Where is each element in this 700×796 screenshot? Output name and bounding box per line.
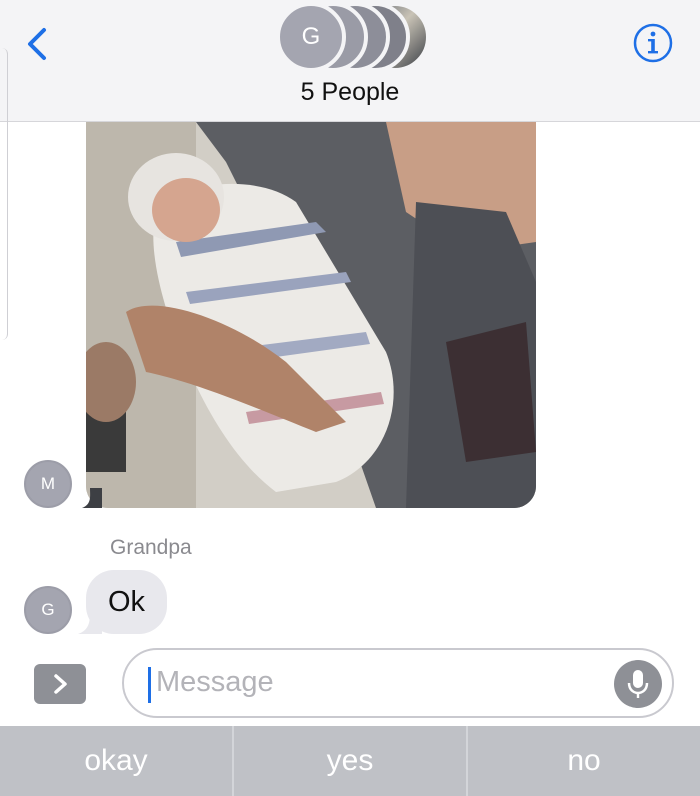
avatar[interactable]: M (24, 460, 72, 508)
chevron-left-icon (28, 28, 46, 60)
message-input[interactable]: Message (122, 648, 674, 718)
suggestion-yes[interactable]: yes (234, 726, 468, 796)
message-bubble[interactable]: Ok (86, 570, 168, 634)
back-button[interactable] (18, 20, 58, 68)
side-edge (0, 48, 8, 340)
message-text: Ok (108, 585, 146, 618)
dictation-button[interactable] (614, 660, 662, 708)
conversation-title[interactable]: 5 People (0, 78, 700, 107)
apps-button[interactable] (34, 664, 86, 704)
composer-bar: Message (0, 640, 700, 726)
avatar[interactable]: G (24, 586, 72, 634)
group-avatar-initial: G (276, 2, 346, 72)
microphone-icon (627, 670, 649, 698)
photo-attachment[interactable] (86, 122, 536, 508)
message-placeholder: Message (156, 666, 274, 698)
sender-name: Grandpa (110, 536, 192, 559)
suggestion-no[interactable]: no (468, 726, 700, 796)
info-icon (633, 23, 673, 63)
info-button[interactable] (632, 22, 674, 64)
photo-image (86, 122, 536, 508)
suggestion-okay[interactable]: okay (0, 726, 234, 796)
photo-bubble-tail (82, 488, 102, 508)
chevron-right-icon (54, 674, 67, 694)
text-caret (148, 667, 151, 703)
quicktype-bar: okay yes no (0, 726, 700, 796)
group-avatars[interactable]: G (276, 0, 436, 76)
conversation-header: G 5 People (0, 0, 700, 122)
